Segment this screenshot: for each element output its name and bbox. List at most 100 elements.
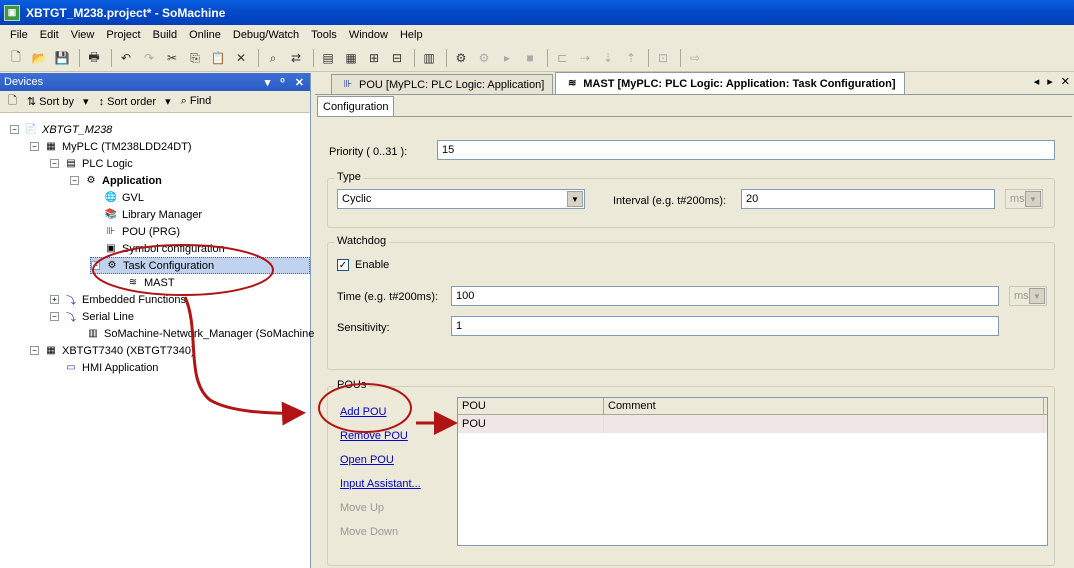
tree-item-gvl[interactable]: 🌐 GVL — [103, 189, 144, 206]
tab-mast[interactable]: ≋ MAST [MyPLC: PLC Logic: Application: Ta… — [555, 72, 905, 94]
next-icon[interactable]: ⇨ — [685, 48, 705, 68]
sort-order-button[interactable]: ↕ Sort order ▾ — [99, 95, 171, 108]
copy-icon[interactable]: ⎘ — [185, 48, 205, 68]
step-over-icon[interactable]: ⇢ — [575, 48, 595, 68]
pin-icon[interactable]: ᵒ — [280, 76, 285, 89]
project-icon[interactable]: ▤ — [318, 48, 338, 68]
sort-by-button[interactable]: ⇅ Sort by ▾ — [27, 95, 89, 108]
replace-icon[interactable]: ⇄ — [286, 48, 306, 68]
chevron-down-icon: ▼ — [567, 191, 583, 207]
chevron-down-icon: ▼ — [1029, 288, 1045, 304]
stop-icon[interactable]: ■ — [520, 48, 540, 68]
tree-item-plc-logic[interactable]: − ▤ PLC Logic — [50, 155, 133, 172]
menu-file[interactable]: File — [4, 29, 34, 41]
tree-item-project[interactable]: − 📄 XBTGT_M238 — [10, 121, 112, 138]
editor-tabs: ⊪ POU [MyPLC: PLC Logic: Application] ≋ MA… — [315, 72, 1074, 95]
tree-item-serial-line[interactable]: − ⤵ Serial Line — [50, 308, 134, 325]
hmi-device-icon: ▦ — [46, 345, 56, 356]
delete-icon[interactable]: ✕ — [231, 48, 251, 68]
undo-icon[interactable]: ↶ — [116, 48, 136, 68]
tree-item-symbol-configuration[interactable]: ▣ Symbol configuration — [103, 240, 224, 257]
print-icon[interactable]: 🖶 — [84, 48, 104, 68]
logout-icon[interactable]: ⚙ — [474, 48, 494, 68]
interval-input[interactable]: 20 — [741, 189, 995, 209]
tree-item-myplc[interactable]: − ▦ MyPLC (TM238LDD24DT) — [30, 138, 192, 155]
window-title: XBTGT_M238.project* - SoMachine — [26, 5, 226, 20]
open-pou-link[interactable]: Open POU — [340, 454, 394, 466]
input-assistant-link[interactable]: Input Assistant... — [340, 478, 421, 490]
tab-close-icon[interactable]: ✕ — [1061, 75, 1070, 88]
redo-icon[interactable]: ↷ — [139, 48, 159, 68]
project-icon: 📄 — [24, 124, 38, 135]
toolbar-separator — [79, 49, 80, 67]
editor-area: ⊪ POU [MyPLC: PLC Logic: Application] ≋ MA… — [315, 72, 1074, 568]
toolbar-separator — [547, 49, 548, 67]
sensitivity-input[interactable]: 1 — [451, 316, 999, 336]
move-up-link[interactable]: Move Up — [340, 502, 384, 514]
column-pou[interactable]: POU — [458, 398, 604, 414]
step-into-icon[interactable]: ⇣ — [598, 48, 618, 68]
find-button[interactable]: ⌕ Find — [181, 95, 218, 108]
compile-icon[interactable]: ⊞ — [364, 48, 384, 68]
menu-window[interactable]: Window — [343, 29, 394, 41]
login-icon[interactable]: ⚙ — [451, 48, 471, 68]
breakpoint-icon[interactable]: ⊏ — [552, 48, 572, 68]
menu-tools[interactable]: Tools — [305, 29, 343, 41]
menu-online[interactable]: Online — [183, 29, 227, 41]
menu-build[interactable]: Build — [147, 29, 183, 41]
tree-item-pou[interactable]: ⊪ POU (PRG) — [103, 223, 180, 240]
tree-item-network-manager[interactable]: ▥ SoMachine-Network_Manager (SoMachine — [85, 325, 314, 342]
new-file-icon[interactable]: 🗋 — [6, 48, 26, 68]
tree-item-xbtgt7340[interactable]: − ▦ XBTGT7340 (XBTGT7340) — [30, 342, 195, 359]
priority-input[interactable]: 15 — [437, 140, 1055, 160]
remove-pou-link[interactable]: Remove POU — [340, 430, 408, 442]
generate-icon[interactable]: ⊟ — [387, 48, 407, 68]
step-out-icon[interactable]: ⇡ — [621, 48, 641, 68]
build-icon[interactable]: ▦ — [341, 48, 361, 68]
write-values-icon[interactable]: ⊡ — [653, 48, 673, 68]
menu-debug-watch[interactable]: Debug/Watch — [227, 29, 305, 41]
tab-configuration[interactable]: Configuration — [317, 96, 395, 116]
tree-item-hmi-application[interactable]: ▭ HMI Application — [63, 359, 158, 376]
open-folder-icon[interactable]: 📂 — [29, 48, 49, 68]
sensitivity-label: Sensitivity: — [337, 322, 390, 334]
move-down-link[interactable]: Move Down — [340, 526, 398, 538]
device-icon[interactable]: ▥ — [419, 48, 439, 68]
tree-item-application[interactable]: − ⚙ Application — [70, 172, 162, 189]
run-icon[interactable]: ▸ — [497, 48, 517, 68]
time-input[interactable]: 100 — [451, 286, 999, 306]
close-icon[interactable]: ✕ — [295, 76, 304, 89]
menu-edit[interactable]: Edit — [34, 29, 65, 41]
menu-view[interactable]: View — [65, 29, 101, 41]
find-icon[interactable]: ⌕ — [263, 48, 283, 68]
tree-item-library-manager[interactable]: 📚 Library Manager — [103, 206, 202, 223]
tab-pou[interactable]: ⊪ POU [MyPLC: PLC Logic: Application] — [331, 74, 554, 94]
toolbar-separator — [258, 49, 259, 67]
new-item-icon[interactable]: 🗋 — [8, 92, 17, 111]
add-pou-link[interactable]: Add POU — [340, 406, 386, 418]
cut-icon[interactable]: ✂ — [162, 48, 182, 68]
save-icon[interactable]: 💾 — [52, 48, 72, 68]
time-unit-select[interactable]: ms ▼ — [1009, 286, 1047, 306]
task-icon: ≋ — [568, 78, 577, 89]
tab-next-icon[interactable]: ▸ — [1047, 75, 1053, 88]
devices-dropdown-icon[interactable]: ▾ — [265, 76, 271, 89]
paste-icon[interactable]: 📋 — [208, 48, 228, 68]
tree-item-mast[interactable]: ≋ MAST — [125, 274, 175, 291]
tab-prev-icon[interactable]: ◂ — [1034, 75, 1040, 88]
menu-help[interactable]: Help — [394, 29, 429, 41]
tree-item-task-configuration[interactable]: − ⚙ Task Configuration — [90, 257, 310, 274]
devices-header: Devices ▾ ᵒ ✕ — [0, 73, 310, 91]
app-icon: ▣ — [4, 4, 20, 21]
task-config-icon: ⚙ — [107, 260, 117, 271]
enable-checkbox[interactable]: ✓ Enable — [337, 259, 389, 271]
table-row[interactable]: POU — [458, 415, 1047, 433]
plc-logic-icon: ▤ — [66, 158, 76, 169]
interval-unit-select[interactable]: ms ▼ — [1005, 189, 1043, 209]
column-comment[interactable]: Comment — [604, 398, 1044, 414]
toolbar-separator — [111, 49, 112, 67]
tree-item-embedded-functions[interactable]: + ⤵ Embedded Functions — [50, 291, 186, 308]
watchdog-group-title: Watchdog — [334, 235, 390, 247]
type-select[interactable]: Cyclic ▼ — [337, 189, 585, 209]
menu-project[interactable]: Project — [100, 29, 146, 41]
